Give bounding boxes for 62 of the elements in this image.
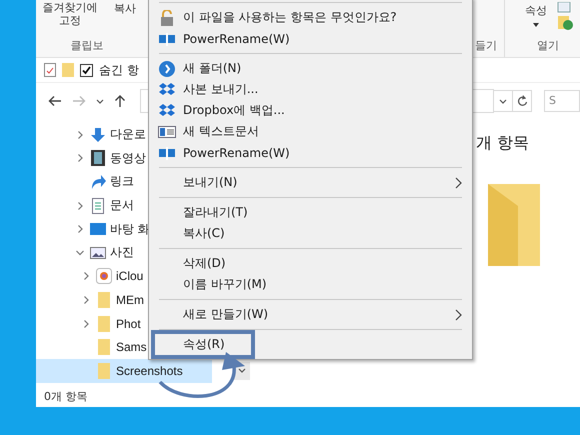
group-label: 열기	[537, 38, 559, 53]
link-icon	[90, 174, 106, 190]
collapsed-chevron-icon[interactable]	[76, 202, 84, 210]
item-count: 개 항목	[476, 133, 530, 154]
collapsed-chevron-icon[interactable]	[76, 130, 84, 139]
monitor-icon	[158, 30, 176, 46]
download-icon	[90, 126, 106, 143]
folder-icon	[96, 316, 112, 332]
up-icon[interactable]	[114, 94, 126, 108]
menu-item[interactable]: 새 텍스트문서	[151, 121, 462, 142]
search-field[interactable]: S	[544, 90, 580, 112]
photos-icon	[96, 268, 112, 284]
chevron-down-icon	[238, 368, 246, 374]
menu-item[interactable]: 이 파일을 사용하는 항목은 무엇인가요?	[151, 7, 462, 28]
menu-item[interactable]: 새로 만들기(W)	[151, 304, 462, 325]
group-label: 클립보	[70, 38, 104, 53]
collapsed-chevron-icon[interactable]	[82, 320, 90, 328]
menu-item[interactable]: Dropbox에 백업...	[151, 100, 462, 121]
dropbox-icon	[158, 102, 176, 118]
dropbox-icon	[158, 82, 176, 98]
menu-item[interactable]: 보내기(N)	[151, 172, 462, 193]
menu-item[interactable]: 삭제(D)	[151, 253, 462, 274]
menu-item[interactable]: PowerRename(W)	[151, 28, 462, 49]
highlighted-menu-item[interactable]: 속성(R)	[151, 330, 255, 359]
collapsed-chevron-icon[interactable]	[82, 296, 90, 304]
hidden-items-label: 숨긴 항	[99, 62, 139, 78]
pictures-icon	[90, 244, 106, 261]
desktop-icon	[90, 221, 106, 238]
copy-button[interactable]: 복사	[112, 0, 138, 17]
menu-item[interactable]: 복사(C)	[151, 223, 462, 244]
expanded-chevron-icon[interactable]	[76, 248, 84, 257]
document-icon	[90, 198, 106, 214]
lock-icon	[158, 10, 176, 26]
recent-locations-chevron-icon[interactable]	[96, 98, 104, 104]
menu-item[interactable]: PowerRename(W)	[151, 142, 462, 163]
text-document-icon	[158, 124, 176, 140]
menu-item[interactable]: 사본 보내기...	[151, 79, 462, 100]
hidden-items-checkbox[interactable]	[80, 64, 93, 76]
open-icon[interactable]	[557, 2, 573, 32]
pin-to-quick-access-button[interactable]: 즐겨찾기에 고정	[36, 0, 104, 28]
collapsed-chevron-icon[interactable]	[82, 272, 90, 280]
menu-item[interactable]: 이름 바꾸기(M)	[151, 274, 462, 295]
collapsed-chevron-icon[interactable]	[76, 225, 84, 234]
menu-item[interactable]: 잘라내기(T)	[151, 202, 462, 223]
chevron-down-icon	[499, 98, 507, 104]
properties-button[interactable]: 속성	[523, 2, 549, 28]
video-icon	[90, 150, 106, 166]
folder-icon	[488, 184, 540, 266]
back-icon[interactable]	[48, 95, 62, 107]
folder-icon	[96, 339, 112, 356]
refresh-button[interactable]	[512, 90, 532, 112]
folder-icon	[96, 362, 112, 379]
circle-icon	[158, 60, 176, 76]
dropdown-triangle-icon	[533, 23, 539, 27]
refresh-icon	[516, 95, 528, 107]
group-label: 들기	[475, 38, 497, 53]
collapsed-chevron-icon[interactable]	[76, 154, 84, 162]
menu-item[interactable]: 새 폴더(N)	[151, 58, 462, 79]
folder-icon	[96, 292, 112, 308]
status-bar-text: 0개 항목	[43, 388, 88, 404]
properties-doc-icon[interactable]	[44, 63, 56, 77]
monitor-icon	[158, 144, 176, 160]
